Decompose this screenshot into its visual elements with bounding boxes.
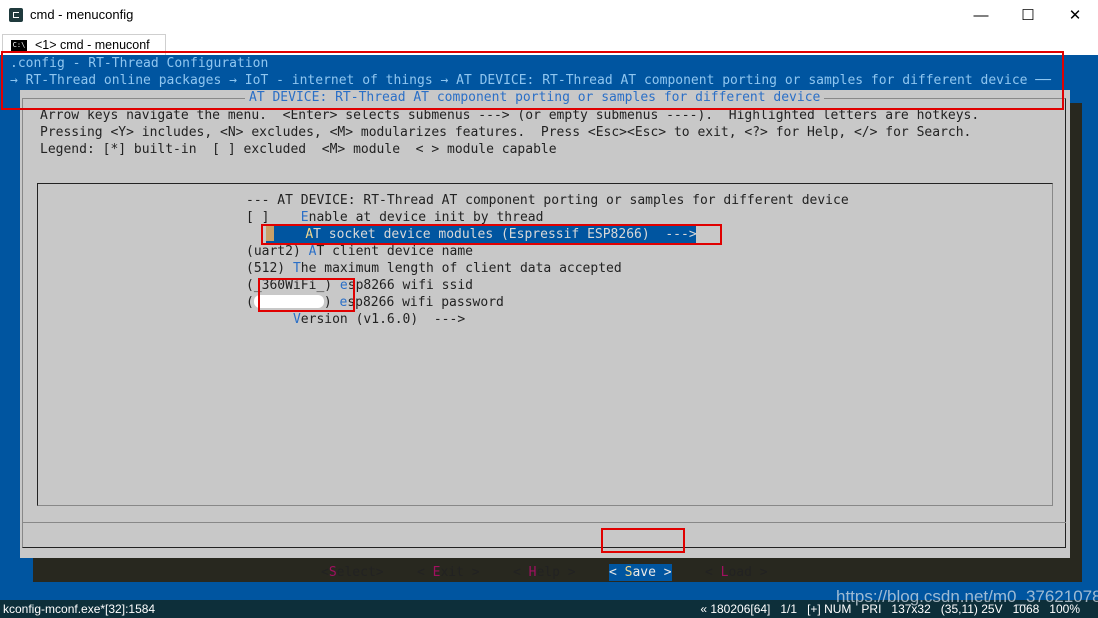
menuconfig-dialog: AT DEVICE: RT-Thread AT component portin… — [20, 90, 1070, 581]
menu-item-wifi-ssid[interactable]: (_360WiFi_) esp8266 wifi ssid — [246, 277, 473, 294]
close-button[interactable]: ✕ — [1052, 0, 1098, 30]
redacted-password — [253, 295, 324, 308]
hotkey: E — [300, 210, 309, 225]
dialog-title: AT DEVICE: RT-Thread AT component portin… — [245, 90, 825, 106]
button-separator — [22, 522, 1066, 523]
menu-item-max-data-length[interactable]: (512) The maximum length of client data … — [246, 260, 622, 277]
tab-bar: C:\ <1> cmd - menuconf Search ⌕ + ▼ ▼ ≡ — [0, 32, 1098, 83]
item-label: T client device name — [316, 244, 473, 259]
item-label: T socket device modules (Espressif ESP82… — [313, 227, 697, 242]
app-icon — [9, 8, 23, 22]
menu-item-version[interactable]: Version (v1.6.0) ---> — [246, 311, 465, 328]
item-label: ersion (v1.6.0) ---> — [300, 312, 466, 327]
hotkey: A — [305, 227, 314, 242]
process-info: kconfig-mconf.exe*[32]:1584 — [3, 602, 156, 616]
tab-cmd-menuconfig[interactable]: C:\ <1> cmd - menuconf — [2, 34, 166, 55]
bracket: < — [417, 565, 433, 580]
cursor — [266, 226, 274, 241]
bracket: < — [609, 565, 625, 580]
legend-line: Legend: [*] built-in [ ] excluded <M> mo… — [40, 142, 557, 157]
bracket: < — [705, 565, 721, 580]
item-value: (uart2) — [246, 244, 309, 259]
bracket: < — [321, 565, 329, 580]
maximize-button[interactable]: ☐ — [1005, 0, 1051, 30]
item-label: sp8266 wifi ssid — [347, 278, 473, 293]
console-icon: C:\ — [11, 39, 27, 51]
paren: ( — [246, 295, 254, 310]
minimize-button[interactable]: — — [958, 0, 1004, 30]
hotkey: V — [292, 312, 301, 327]
config-title: .config - RT-Thread Configuration — [10, 56, 269, 71]
breadcrumb: → RT-Thread online packages → IoT - inte… — [10, 73, 1051, 88]
terminal-area[interactable]: .config - RT-Thread Configuration → RT-T… — [0, 55, 1098, 600]
tab-label: <1> cmd - menuconf — [35, 38, 150, 52]
menu-item-wifi-password[interactable]: () esp8266 wifi password — [246, 294, 504, 311]
item-value: (_360WiFi_) — [246, 278, 340, 293]
select-button[interactable]: <Select> — [321, 564, 384, 581]
menu-item-socket-device-modules[interactable]: AT socket device modules (Espressif ESP8… — [266, 226, 697, 243]
dialog-shadow — [1070, 103, 1082, 571]
paren: ) — [323, 295, 340, 310]
menu-header: --- AT DEVICE: RT-Thread AT component po… — [246, 193, 849, 208]
bracket: < — [513, 565, 529, 580]
item-label: nable at device init by thread — [308, 210, 544, 225]
menu-item-client-device-name[interactable]: (uart2) AT client device name — [246, 243, 473, 260]
window-titlebar: cmd - menuconfig — ☐ ✕ — [0, 0, 1098, 32]
item-indent — [274, 227, 305, 242]
item-label: sp8266 wifi password — [347, 295, 504, 310]
load-button[interactable]: < Load > — [705, 564, 768, 581]
save-button[interactable]: < Save > — [609, 564, 672, 581]
item-checkbox: [ ] — [246, 210, 301, 225]
help-line: Arrow keys navigate the menu. <Enter> se… — [40, 108, 980, 123]
button-label: oad > — [728, 565, 768, 580]
menu-item-enable-init-thread[interactable]: [ ] Enable at device init by thread — [246, 209, 543, 226]
button-label: ave > — [632, 565, 672, 580]
item-value: (512) — [246, 261, 293, 276]
button-label: xit > — [440, 565, 480, 580]
item-label: he maximum length of client data accepte… — [300, 261, 622, 276]
watermark: https://blog.csdn.net/m0_37621078 — [836, 587, 1098, 606]
help-button[interactable]: < Help > — [513, 564, 576, 581]
hotkey: S — [328, 565, 337, 580]
hotkey: e — [339, 278, 348, 293]
item-indent — [246, 312, 293, 327]
hotkey: T — [292, 261, 301, 276]
help-line: Pressing <Y> includes, <N> excludes, <M>… — [40, 125, 972, 140]
button-label: elect> — [336, 565, 384, 580]
exit-button[interactable]: < Exit > — [417, 564, 480, 581]
button-label: elp > — [536, 565, 576, 580]
window-title: cmd - menuconfig — [30, 7, 134, 22]
